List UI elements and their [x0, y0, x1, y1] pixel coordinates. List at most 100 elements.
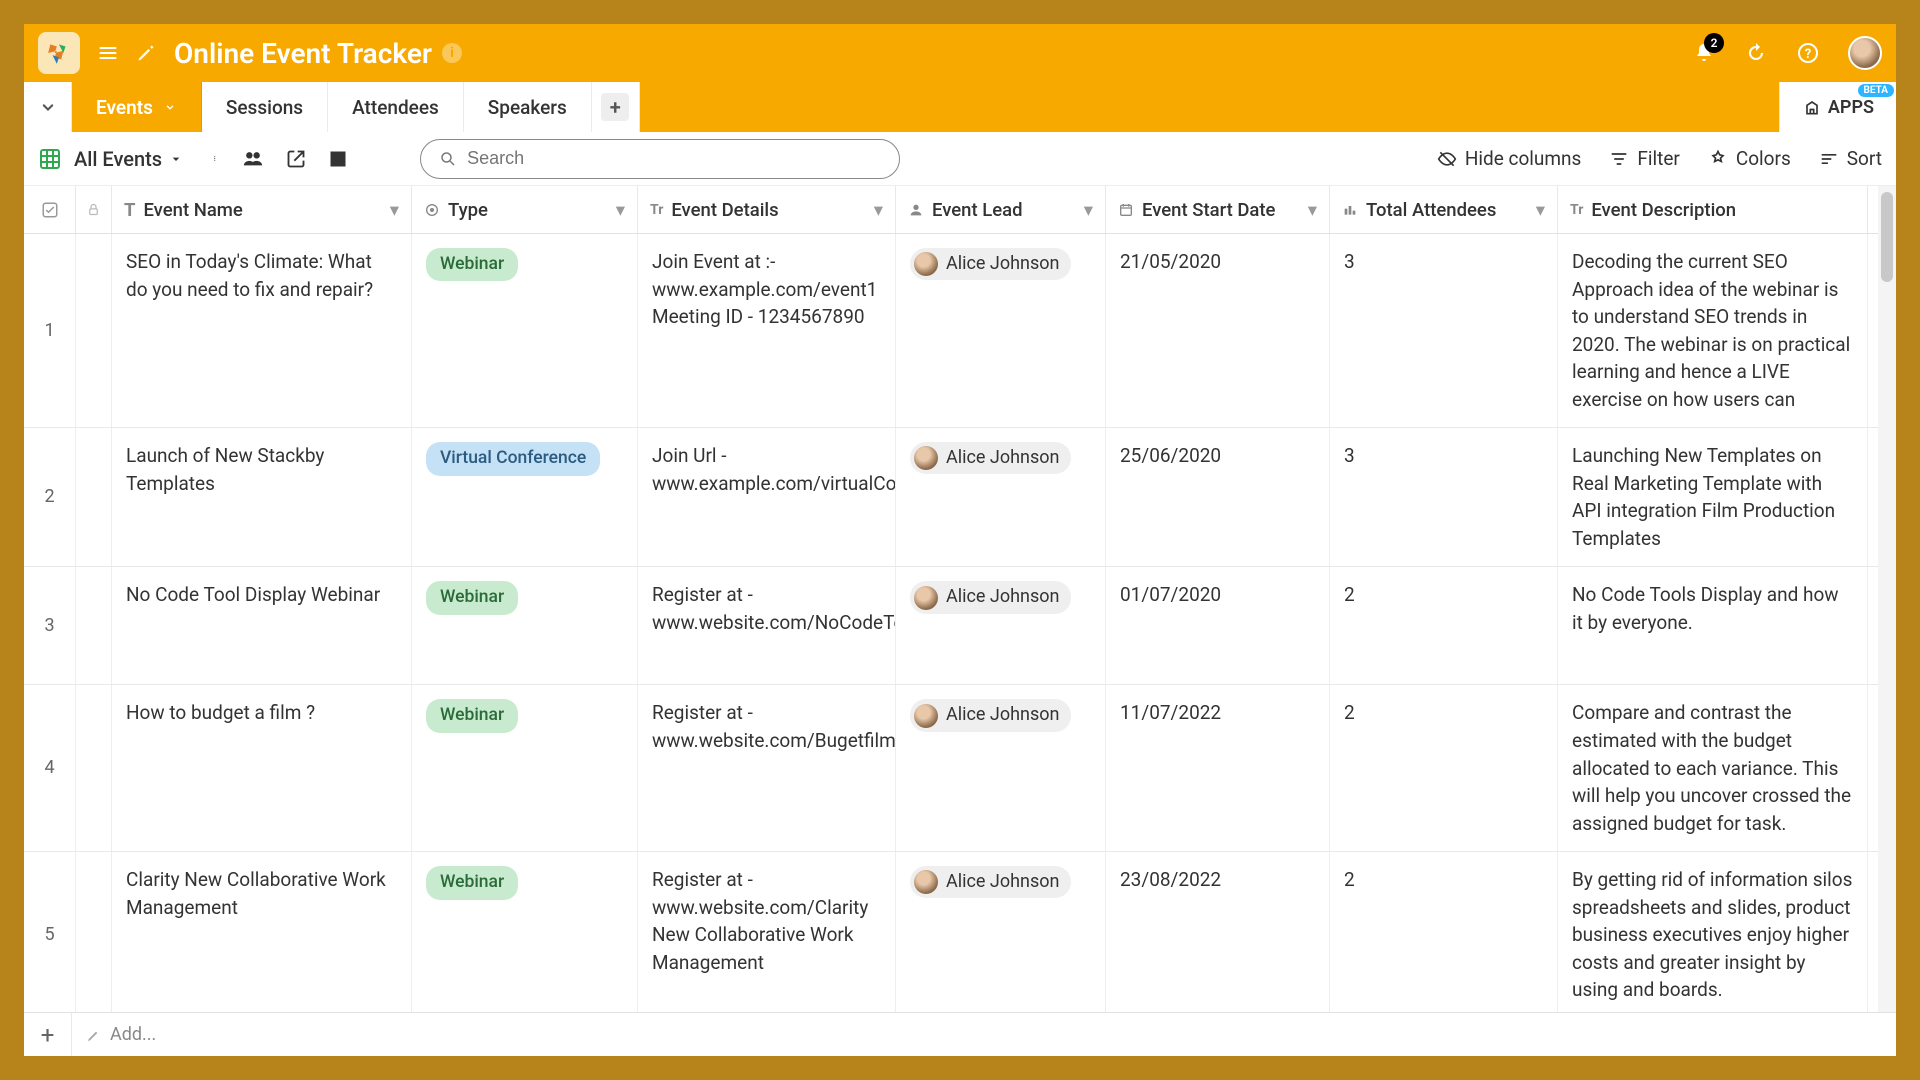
table-row[interactable]: 3 No Code Tool Display Webinar Webinar R… — [24, 567, 1878, 685]
table-tabs: Events Sessions Attendees Speakers + APP… — [24, 82, 1896, 132]
cell-details[interactable]: Join Url - www.example.com/virtualConfer… — [638, 428, 896, 566]
user-avatar[interactable] — [1848, 36, 1882, 70]
info-icon[interactable]: i — [442, 43, 462, 63]
app-logo[interactable] — [38, 32, 80, 74]
row-number: 4 — [24, 685, 76, 851]
view-selector[interactable]: All Events — [74, 147, 184, 171]
add-row-button[interactable]: Add... — [72, 1024, 170, 1045]
tab-events[interactable]: Events — [72, 82, 202, 132]
share-icon[interactable] — [286, 149, 306, 169]
cell-description[interactable]: By getting rid of information silos spre… — [1558, 852, 1868, 1012]
cell-attendees[interactable]: 3 — [1330, 234, 1558, 427]
cell-type[interactable]: Webinar — [412, 852, 638, 1012]
header-type[interactable]: Type ▾ — [412, 186, 638, 233]
sort-button[interactable]: Sort — [1819, 147, 1882, 170]
cell-details[interactable]: Register at - www.website.com/Clarity Ne… — [638, 852, 896, 1012]
cell-details[interactable]: Join Event at :- www.example.com/event1 … — [638, 234, 896, 427]
header-lead[interactable]: Event Lead ▾ — [896, 186, 1106, 233]
chevron-down-icon[interactable]: ▾ — [1308, 199, 1317, 221]
search-icon — [439, 150, 457, 168]
cell-lead[interactable]: Alice Johnson — [896, 428, 1106, 566]
row-lock-spacer — [76, 428, 112, 566]
cell-date[interactable]: 21/05/2020 — [1106, 234, 1330, 427]
column-headers: T Event Name ▾ Type ▾ Tr Event Details ▾… — [24, 186, 1878, 234]
chevron-down-icon[interactable]: ▾ — [390, 199, 399, 221]
table-row[interactable]: 5 Clarity New Collaborative Work Managem… — [24, 852, 1878, 1012]
cell-attendees[interactable]: 2 — [1330, 852, 1558, 1012]
cell-type[interactable]: Webinar — [412, 234, 638, 427]
header-date[interactable]: Event Start Date ▾ — [1106, 186, 1330, 233]
cell-description[interactable]: Launching New Templates on Real Marketin… — [1558, 428, 1868, 566]
avatar — [914, 586, 938, 610]
color-block-icon[interactable] — [328, 149, 348, 169]
tab-speakers[interactable]: Speakers — [464, 82, 592, 132]
add-row-plus-button[interactable]: + — [24, 1013, 72, 1056]
tab-label: Attendees — [352, 96, 439, 119]
header-attendees[interactable]: Total Attendees ▾ — [1330, 186, 1558, 233]
cell-details[interactable]: Register at - www.website.com/NoCodeTool… — [638, 567, 896, 684]
cell-description[interactable]: No Code Tools Display and how it by ever… — [1558, 567, 1868, 684]
cell-details[interactable]: Register at - www.website.com/Bugetfilm/… — [638, 685, 896, 851]
hide-columns-button[interactable]: Hide columns — [1437, 147, 1582, 170]
cell-lead[interactable]: Alice Johnson — [896, 685, 1106, 851]
chevron-down-icon[interactable]: ▾ — [1084, 199, 1093, 221]
history-icon[interactable] — [1744, 41, 1768, 65]
cell-type[interactable]: Webinar — [412, 685, 638, 851]
data-grid[interactable]: T Event Name ▾ Type ▾ Tr Event Details ▾… — [24, 186, 1878, 1012]
cell-date[interactable]: 11/07/2022 — [1106, 685, 1330, 851]
chevron-down-icon[interactable]: ▾ — [616, 199, 625, 221]
cell-date[interactable]: 25/06/2020 — [1106, 428, 1330, 566]
header-details[interactable]: Tr Event Details ▾ — [638, 186, 896, 233]
cell-lead[interactable]: Alice Johnson — [896, 852, 1106, 1012]
table-row[interactable]: 2 Launch of New Stackby Templates Virtua… — [24, 428, 1878, 567]
expand-tabs-button[interactable] — [24, 82, 72, 132]
help-icon[interactable]: ? — [1796, 41, 1820, 65]
cell-attendees[interactable]: 3 — [1330, 428, 1558, 566]
edit-icon[interactable] — [136, 43, 156, 63]
beta-badge: BETA — [1858, 84, 1895, 97]
cell-date[interactable]: 23/08/2022 — [1106, 852, 1330, 1012]
filter-button[interactable]: Filter — [1609, 147, 1679, 170]
tab-attendees[interactable]: Attendees — [328, 82, 464, 132]
table-row[interactable]: 4 How to budget a film ? Webinar Registe… — [24, 685, 1878, 852]
cell-attendees[interactable]: 2 — [1330, 567, 1558, 684]
cell-attendees[interactable]: 2 — [1330, 685, 1558, 851]
avatar — [914, 446, 938, 470]
cell-lead[interactable]: Alice Johnson — [896, 567, 1106, 684]
search-field[interactable] — [420, 139, 900, 179]
avatar — [914, 252, 938, 276]
add-tab-button[interactable]: + — [592, 82, 640, 132]
header-event-name[interactable]: T Event Name ▾ — [112, 186, 412, 233]
lead-chip: Alice Johnson — [910, 866, 1071, 898]
header-checkbox[interactable] — [24, 186, 76, 233]
cell-event-name[interactable]: How to budget a film ? — [112, 685, 412, 851]
search-input[interactable] — [467, 148, 881, 169]
cell-event-name[interactable]: Clarity New Collaborative Work Managemen… — [112, 852, 412, 1012]
notifications-button[interactable]: 2 — [1692, 41, 1716, 65]
header-description[interactable]: Tr Event Description — [1558, 186, 1868, 233]
cell-event-name[interactable]: SEO in Today's Climate: What do you need… — [112, 234, 412, 427]
text-type-icon: Tr — [650, 202, 663, 218]
scrollbar-thumb[interactable] — [1881, 192, 1893, 282]
collaborators-icon[interactable] — [242, 148, 264, 170]
cell-description[interactable]: Compare and contrast the estimated with … — [1558, 685, 1868, 851]
cell-description[interactable]: Decoding the current SEO Approach idea o… — [1558, 234, 1868, 427]
apps-button[interactable]: APPS BETA — [1779, 82, 1896, 132]
cell-date[interactable]: 01/07/2020 — [1106, 567, 1330, 684]
more-options-icon[interactable] — [214, 149, 220, 169]
tab-sessions[interactable]: Sessions — [202, 82, 328, 132]
tab-label: Sessions — [226, 96, 303, 119]
cell-lead[interactable]: Alice Johnson — [896, 234, 1106, 427]
vertical-scrollbar[interactable] — [1878, 186, 1896, 1012]
table-row[interactable]: 1 SEO in Today's Climate: What do you ne… — [24, 234, 1878, 428]
cell-type[interactable]: Webinar — [412, 567, 638, 684]
cell-type[interactable]: Virtual Conference — [412, 428, 638, 566]
cell-event-name[interactable]: Launch of New Stackby Templates — [112, 428, 412, 566]
cell-event-name[interactable]: No Code Tool Display Webinar — [112, 567, 412, 684]
chevron-down-icon[interactable]: ▾ — [1536, 199, 1545, 221]
colors-button[interactable]: Colors — [1708, 147, 1791, 170]
chevron-down-icon[interactable]: ▾ — [874, 199, 883, 221]
lead-chip: Alice Johnson — [910, 248, 1071, 280]
grid-footer: + Add... — [24, 1012, 1896, 1056]
hamburger-menu-icon[interactable] — [98, 43, 118, 63]
